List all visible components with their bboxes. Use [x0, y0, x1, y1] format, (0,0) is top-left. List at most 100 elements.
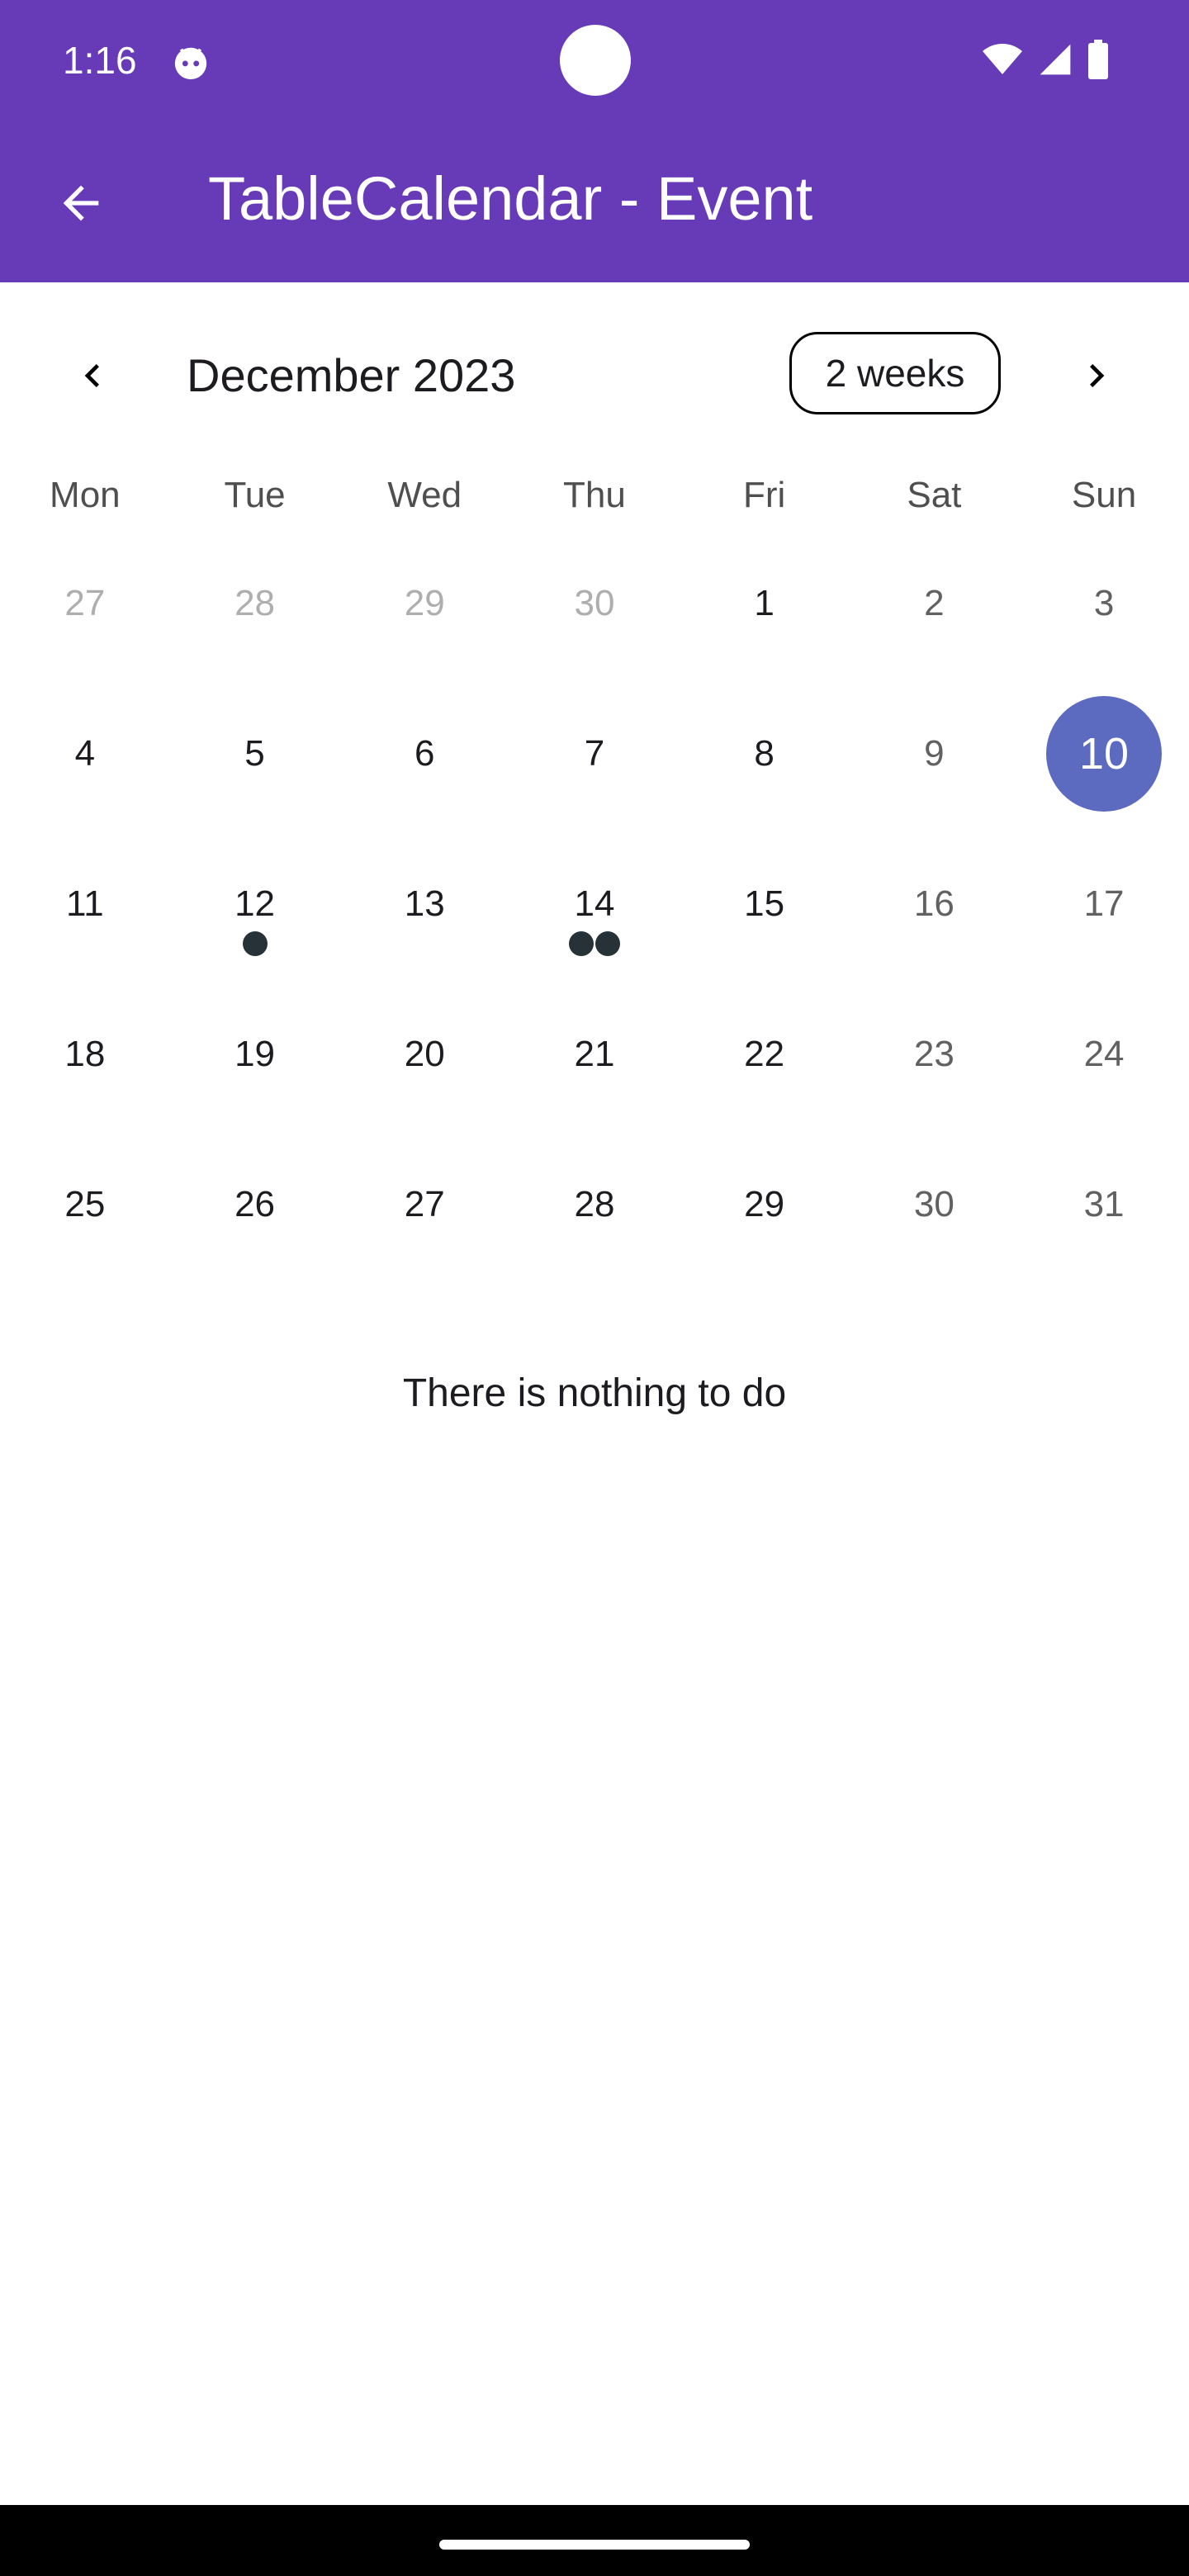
calendar-header: December 2023 2 weeks	[0, 322, 1189, 429]
week-row: 27 28 29 30 1 2 3	[0, 528, 1189, 679]
day-number: 13	[404, 883, 445, 924]
day-number: 25	[64, 1184, 106, 1224]
selected-day-number: 10	[1046, 696, 1163, 812]
home-indicator[interactable]	[439, 2540, 750, 2550]
dow-mon: Mon	[50, 475, 121, 515]
day-number: 27	[404, 1184, 445, 1224]
day-number: 18	[64, 1034, 106, 1074]
day-cell[interactable]: 29	[339, 528, 509, 679]
day-number: 11	[66, 883, 104, 924]
day-number: 20	[404, 1034, 445, 1074]
day-cell[interactable]: 31	[1019, 1129, 1189, 1280]
day-cell[interactable]: 1	[680, 528, 850, 679]
event-markers	[509, 931, 680, 956]
day-number: 28	[574, 1184, 615, 1224]
day-cell[interactable]: 28	[509, 1129, 680, 1280]
day-number: 30	[574, 583, 615, 623]
day-number: 28	[234, 583, 276, 623]
back-button[interactable]	[48, 170, 114, 236]
day-number: 3	[1093, 583, 1115, 623]
day-cell[interactable]: 16	[850, 829, 1020, 979]
event-marker	[242, 931, 268, 956]
wifi-icon	[983, 44, 1022, 74]
event-marker	[594, 931, 620, 956]
event-marker	[568, 931, 594, 956]
day-cell[interactable]: 9	[850, 679, 1020, 829]
day-cell[interactable]: 11	[0, 829, 170, 979]
day-cell[interactable]: 24	[1019, 979, 1189, 1129]
day-cell[interactable]: 30	[509, 528, 680, 679]
day-number: 26	[234, 1184, 276, 1224]
day-cell[interactable]: 29	[680, 1129, 850, 1280]
dow-sat: Sat	[907, 475, 962, 515]
day-number: 17	[1083, 883, 1125, 924]
day-number: 21	[574, 1034, 615, 1074]
day-cell[interactable]: 25	[0, 1129, 170, 1280]
dow-thu: Thu	[563, 475, 626, 515]
day-cell[interactable]: 6	[339, 679, 509, 829]
day-cell[interactable]: 28	[170, 528, 340, 679]
chevron-right-icon	[1090, 364, 1105, 387]
day-number: 22	[744, 1034, 785, 1074]
day-number: 19	[234, 1034, 276, 1074]
event-markers	[170, 931, 340, 956]
day-cell[interactable]: 27	[339, 1129, 509, 1280]
day-number: 1	[754, 583, 775, 623]
day-number: 8	[754, 733, 775, 774]
cell-signal-icon	[1040, 44, 1071, 75]
day-cell[interactable]: 8	[680, 679, 850, 829]
day-cell[interactable]: 14	[509, 829, 680, 979]
day-number: 29	[404, 583, 445, 623]
previous-month-button[interactable]	[59, 343, 126, 409]
day-number: 4	[74, 733, 96, 774]
dow-tue: Tue	[224, 475, 286, 515]
day-cell[interactable]: 27	[0, 528, 170, 679]
day-cell[interactable]: 4	[0, 679, 170, 829]
day-cell[interactable]: 20	[339, 979, 509, 1129]
day-number: 6	[414, 733, 435, 774]
day-number: 24	[1083, 1034, 1125, 1074]
week-row: 11 12 13 14 15 16 17	[0, 829, 1189, 979]
day-number: 29	[744, 1184, 785, 1224]
week-row: 4 5 6 7 8 9 10	[0, 679, 1189, 829]
camera-cutout	[560, 25, 631, 96]
day-cell[interactable]: 26	[170, 1129, 340, 1280]
chevron-left-icon	[84, 364, 99, 387]
week-row: 18 19 20 21 22 23 24	[0, 979, 1189, 1129]
app-bar: 1:16 TableCalendar - Event	[0, 0, 1189, 282]
day-cell[interactable]: 12	[170, 829, 340, 979]
next-month-button[interactable]	[1063, 343, 1130, 409]
day-cell[interactable]: 7	[509, 679, 680, 829]
day-number: 23	[913, 1034, 955, 1074]
empty-events-message: There is nothing to do	[402, 1371, 787, 1415]
android-debug-icon	[174, 47, 207, 80]
day-cell[interactable]: 2	[850, 528, 1020, 679]
week-row: 25 26 27 28 29 30 31	[0, 1129, 1189, 1280]
day-cell[interactable]: 23	[850, 979, 1020, 1129]
day-number: 31	[1083, 1184, 1125, 1224]
page-title: TableCalendar - Event	[208, 164, 813, 233]
day-cell[interactable]: 5	[170, 679, 340, 829]
days-of-week-row: Mon Tue Wed Thu Fri Sat Sun	[0, 462, 1189, 528]
day-number: 7	[584, 733, 605, 774]
day-cell[interactable]: 15	[680, 829, 850, 979]
dow-sun: Sun	[1071, 475, 1137, 515]
day-cell[interactable]: 22	[680, 979, 850, 1129]
day-cell[interactable]: 18	[0, 979, 170, 1129]
day-cell[interactable]: 3	[1019, 528, 1189, 679]
day-number: 27	[64, 583, 106, 623]
arrow-back-icon	[63, 185, 99, 221]
format-toggle-button[interactable]: 2 weeks	[789, 332, 1001, 414]
day-number: 30	[913, 1184, 955, 1224]
day-cell[interactable]: 21	[509, 979, 680, 1129]
day-cell[interactable]: 19	[170, 979, 340, 1129]
day-cell[interactable]: 30	[850, 1129, 1020, 1280]
day-number: 9	[924, 733, 945, 774]
day-cell[interactable]: 13	[339, 829, 509, 979]
day-cell[interactable]: 17	[1019, 829, 1189, 979]
day-cell[interactable]: 10	[1019, 679, 1189, 829]
status-time: 1:16	[63, 39, 137, 82]
dow-wed: Wed	[387, 475, 462, 515]
month-title: December 2023	[187, 349, 516, 401]
day-number: 15	[744, 883, 785, 924]
